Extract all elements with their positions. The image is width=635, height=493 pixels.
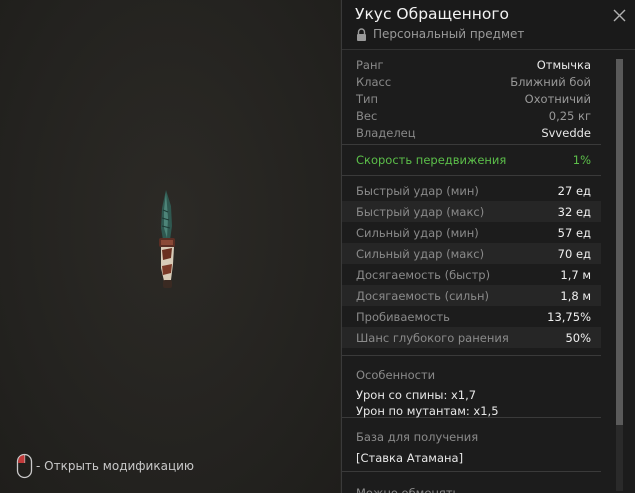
info-value: Svvedde xyxy=(541,125,591,140)
stat-label: Шанс глубокого ранения xyxy=(356,330,509,345)
stat-value: 70 ед xyxy=(557,246,591,261)
info-row-owner: Владелец Svvedde xyxy=(342,124,601,141)
info-value: Отмычка xyxy=(536,57,591,72)
stat-row: Быстрый удар (мин) 27 ед xyxy=(342,180,601,201)
panel-content[interactable]: Ранг Отмычка Класс Ближний бой Тип Охотн… xyxy=(342,50,601,493)
info-row-type: Тип Охотничий xyxy=(342,90,601,107)
stats-section: Быстрый удар (мин) 27 ед Быстрый удар (ма… xyxy=(342,176,601,356)
knife-icon xyxy=(159,190,175,288)
speed-section: Скорость передвижения 1% xyxy=(342,145,601,176)
item-title: Укус Обращенного xyxy=(355,5,510,23)
info-label: Класс xyxy=(356,74,392,89)
item-preview-viewport[interactable]: - Открыть модификацию xyxy=(0,0,340,493)
stat-row: Сильный удар (мин) 57 ед xyxy=(342,222,601,243)
stat-row: Шанс глубокого ранения 50% xyxy=(342,327,601,348)
stat-value: 32 ед xyxy=(557,204,591,219)
features-section: Особенности Урон со спины: x1,7 Урон по … xyxy=(342,356,601,418)
stat-label: Сильный удар (мин) xyxy=(356,225,479,240)
scrollbar-thumb[interactable] xyxy=(616,59,623,425)
origin-heading: База для получения xyxy=(356,430,479,444)
origin-value: [Ставка Атамана] xyxy=(356,451,464,465)
stat-label: Сильный удар (макс) xyxy=(356,246,485,261)
info-value: 0,25 кг xyxy=(548,108,591,123)
speed-label: Скорость передвижения xyxy=(356,153,507,167)
stat-value: 1,8 м xyxy=(560,288,591,303)
item-info-panel: Укус Обращенного Персональный предмет Ра… xyxy=(341,0,635,493)
stat-value: 50% xyxy=(565,330,591,345)
stat-row: Досягаемость (быстр) 1,7 м xyxy=(342,264,601,285)
item-subtitle: Персональный предмет xyxy=(356,27,524,41)
info-label: Ранг xyxy=(356,57,384,72)
speed-value: 1% xyxy=(572,153,591,167)
info-label: Владелец xyxy=(356,125,416,140)
stat-value: 57 ед xyxy=(557,225,591,240)
panel-scrollbar[interactable] xyxy=(616,59,623,491)
feature-line: Урон со спины: x1,7 xyxy=(356,388,477,402)
info-label: Тип xyxy=(356,91,379,106)
close-icon[interactable] xyxy=(613,9,626,22)
open-modification-label: - Открыть модификацию xyxy=(36,459,195,473)
lock-icon xyxy=(357,27,366,41)
stat-label: Быстрый удар (мин) xyxy=(356,183,479,198)
stat-label: Пробиваемость xyxy=(356,309,450,324)
stat-value: 13,75% xyxy=(547,309,591,324)
open-modification-hint: - Открыть модификацию xyxy=(16,453,194,479)
stat-label: Быстрый удар (макс) xyxy=(356,204,485,219)
origin-section: База для получения [Ставка Атамана] xyxy=(342,418,601,472)
mouse-icon xyxy=(16,453,33,479)
info-value: Ближний бой xyxy=(510,74,591,89)
feature-line: Урон по мутантам: x1,5 xyxy=(356,404,499,418)
stat-row: Быстрый удар (макс) 32 ед xyxy=(342,201,601,222)
info-label: Вес xyxy=(356,108,378,123)
stat-row: Досягаемость (сильн) 1,8 м xyxy=(342,285,601,306)
info-row-class: Класс Ближний бой xyxy=(342,73,601,90)
tradable-label: Можно обменять xyxy=(356,486,460,493)
features-heading: Особенности xyxy=(356,368,436,382)
panel-header: Укус Обращенного Персональный предмет xyxy=(342,0,635,50)
stat-label: Досягаемость (сильн) xyxy=(356,288,490,303)
stat-row: Сильный удар (макс) 70 ед xyxy=(342,243,601,264)
stat-row: Пробиваемость 13,75% xyxy=(342,306,601,327)
info-row-rank: Ранг Отмычка xyxy=(342,56,601,73)
speed-row: Скорость передвижения 1% xyxy=(342,153,601,167)
stat-value: 27 ед xyxy=(557,183,591,198)
info-section: Ранг Отмычка Класс Ближний бой Тип Охотн… xyxy=(342,50,601,145)
info-row-weight: Вес 0,25 кг xyxy=(342,107,601,124)
info-value: Охотничий xyxy=(524,91,591,106)
stat-label: Досягаемость (быстр) xyxy=(356,267,491,282)
stat-value: 1,7 м xyxy=(560,267,591,282)
personal-item-label: Персональный предмет xyxy=(373,27,525,41)
